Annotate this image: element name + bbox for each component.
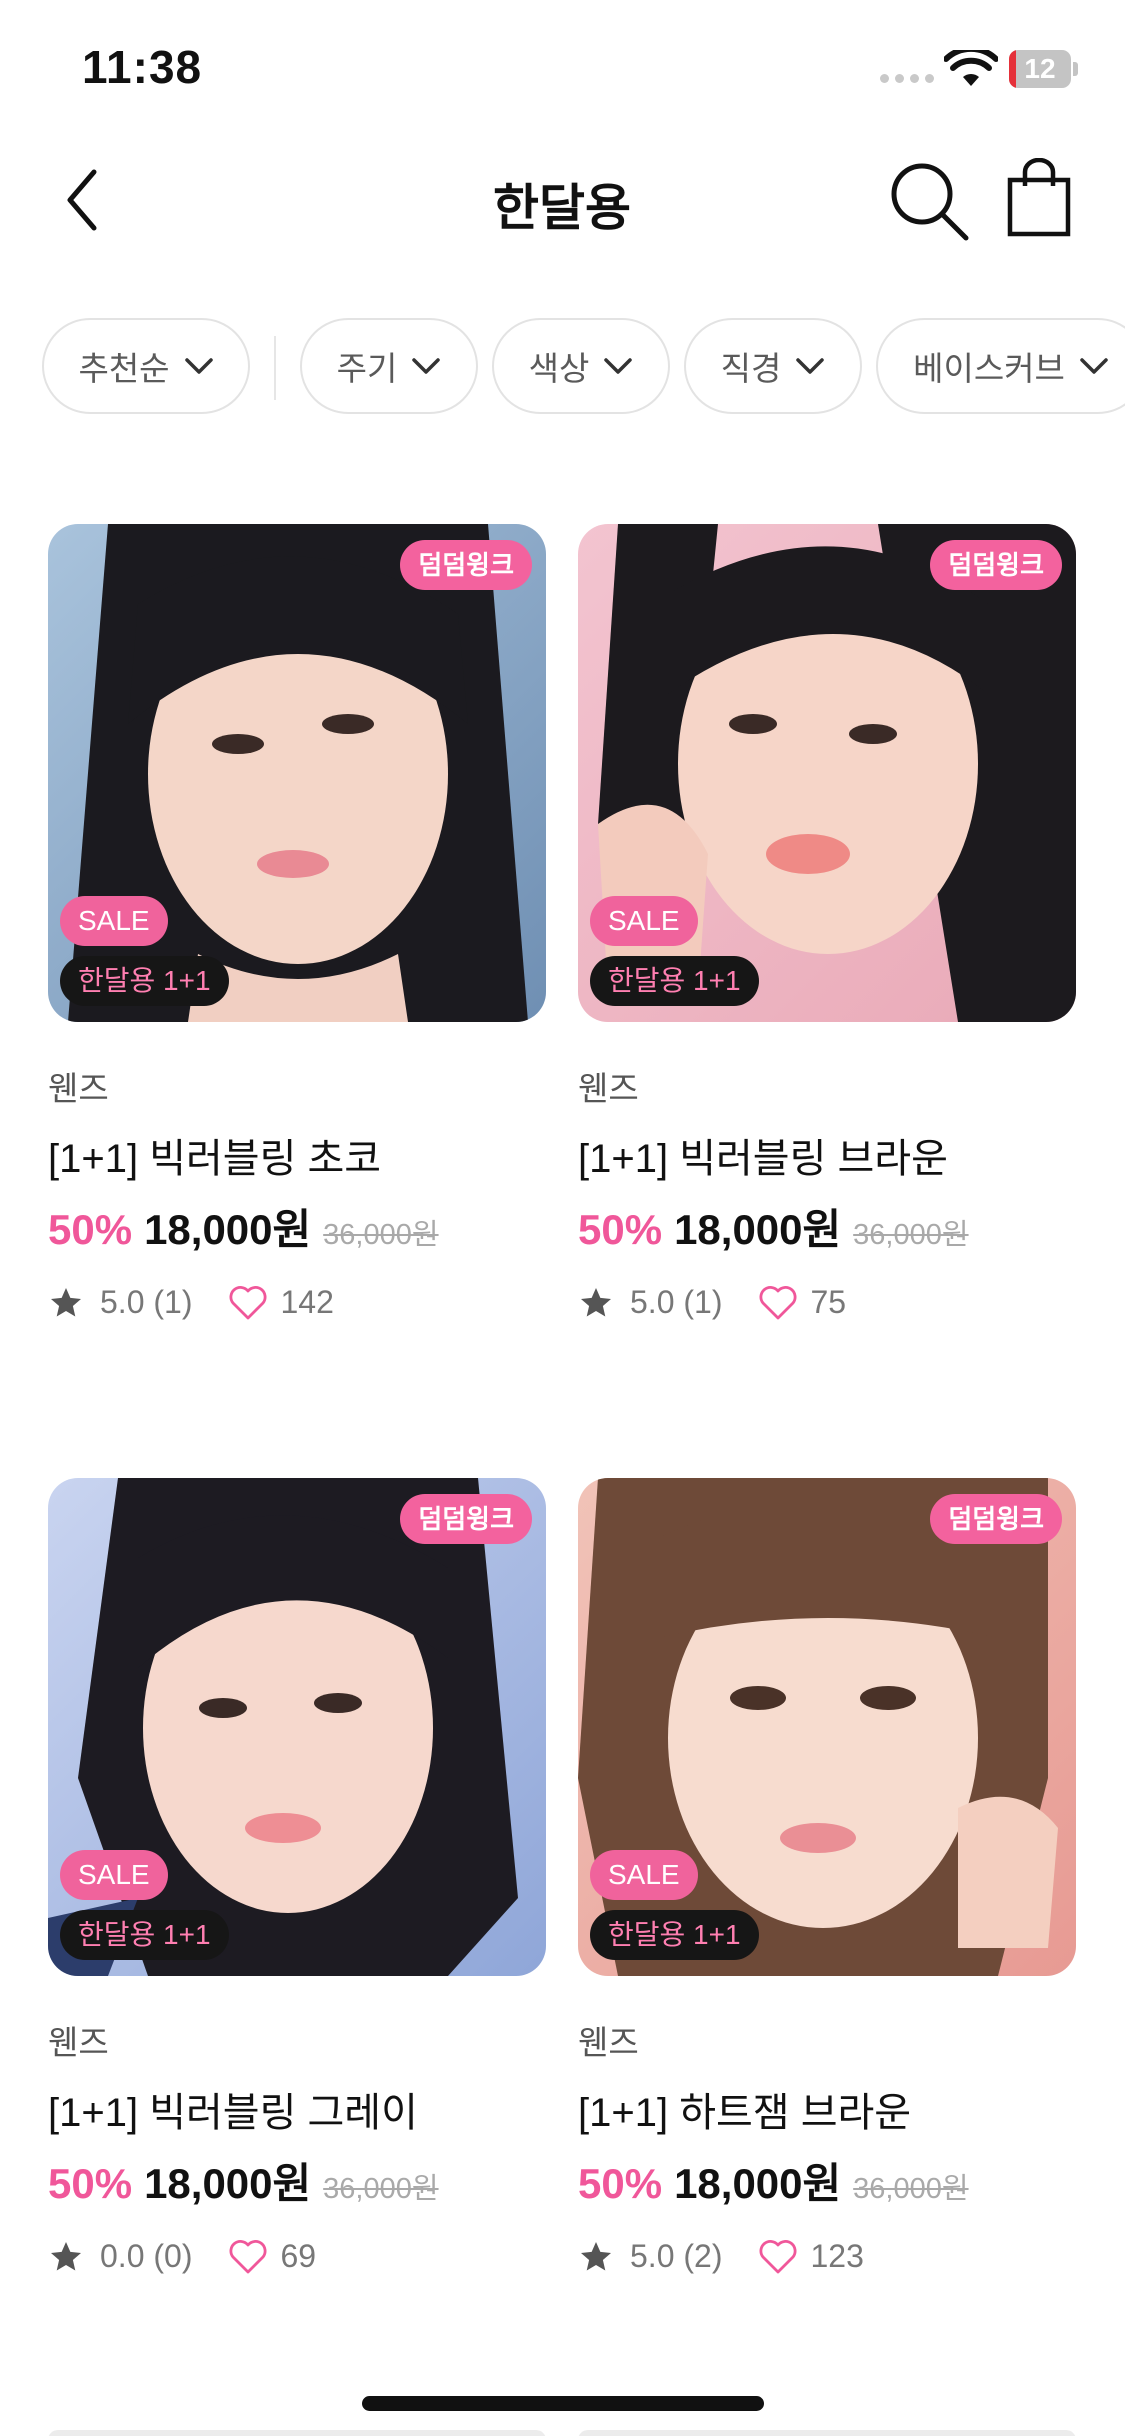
star-icon (581, 2241, 611, 2270)
heart-icon[interactable] (228, 1285, 268, 1321)
filter-bar: 추천순 주기 색상 직경 베이스커브 (0, 318, 1125, 414)
chevron-down-icon (1080, 358, 1108, 374)
heart-icon[interactable] (758, 1285, 798, 1321)
brand-badge: 덤덤윙크 (400, 1494, 532, 1544)
brand-badge: 덤덤윙크 (930, 1494, 1062, 1544)
status-time: 11:38 (82, 41, 203, 93)
price-row: 50% 18,000원 36,000원 (48, 1196, 439, 1257)
discount-rate: 50% (578, 2160, 663, 2207)
chevron-down-icon (412, 358, 441, 374)
wifi-icon (944, 50, 998, 86)
sale-badge: SALE (60, 1850, 168, 1900)
price-row: 50% 18,000원 36,000원 (48, 2150, 439, 2211)
rating-text: 5.0 (1) (630, 1284, 723, 1320)
sale-price: 18,000원 (674, 2160, 842, 2207)
sale-badge: SALE (60, 896, 168, 946)
original-price: 36,000원 (853, 1219, 969, 1251)
rating-text: 0.0 (0) (100, 2238, 193, 2274)
product-image[interactable]: 덤덤윙크 SALE 한달용 1+1 (48, 524, 546, 1022)
sale-badge: SALE (590, 896, 698, 946)
battery-indicator: 12 (1009, 50, 1078, 88)
product-image[interactable]: 덤덤윙크 SALE 한달용 1+1 (48, 1478, 546, 1976)
original-price: 36,000원 (323, 1219, 439, 1251)
discount-rate: 50% (578, 1206, 663, 1253)
product-card-peek (48, 2430, 546, 2436)
filter-chip-label: 직경 (720, 350, 782, 387)
product-card-peek (578, 2430, 1076, 2436)
product-brand: 웬즈 (578, 2024, 639, 2061)
product-image[interactable]: 덤덤윙크 SALE 한달용 1+1 (578, 1478, 1076, 1976)
product-brand: 웬즈 (48, 1070, 109, 1107)
promo-badge: 한달용 1+1 (590, 956, 759, 1006)
cellular-signal-icon (880, 74, 934, 86)
filter-chip-base-curve[interactable]: 베이스커브 (876, 318, 1125, 414)
product-brand: 웬즈 (578, 1070, 639, 1107)
filter-chip-diameter[interactable]: 직경 (684, 318, 862, 414)
discount-rate: 50% (48, 1206, 133, 1253)
filter-chip-label: 색상 (528, 350, 590, 387)
filter-chip-label: 추천순 (78, 350, 170, 387)
star-icon (51, 2241, 81, 2270)
back-button[interactable] (54, 162, 114, 238)
rating-text: 5.0 (2) (630, 2238, 723, 2274)
filter-chip-sort[interactable]: 추천순 (42, 318, 250, 414)
filter-chip-label: 베이스커브 (913, 350, 1065, 387)
star-icon (51, 1287, 81, 1316)
home-indicator[interactable] (362, 2396, 764, 2411)
like-count: 123 (810, 2238, 864, 2274)
chevron-down-icon (604, 358, 633, 374)
sale-price: 18,000원 (674, 1206, 842, 1253)
rating-row: 5.0 (2) 123 (578, 2238, 864, 2275)
rating-text: 5.0 (1) (100, 1284, 193, 1320)
product-brand: 웬즈 (48, 2024, 109, 2061)
brand-badge: 덤덤윙크 (400, 540, 532, 590)
rating-row: 5.0 (1) 75 (578, 1284, 846, 1321)
like-count: 142 (280, 1284, 334, 1320)
heart-icon[interactable] (758, 2239, 798, 2275)
like-count: 69 (280, 2238, 317, 2274)
like-count: 75 (810, 1284, 847, 1320)
product-name[interactable]: [1+1] 빅러블링 그레이 (48, 2080, 418, 2138)
product-name[interactable]: [1+1] 빅러블링 초코 (48, 1126, 381, 1184)
rating-row: 0.0 (0) 69 (48, 2238, 316, 2275)
sale-price: 18,000원 (144, 1206, 312, 1253)
rating-row: 5.0 (1) 142 (48, 1284, 334, 1321)
price-row: 50% 18,000원 36,000원 (578, 2150, 969, 2211)
star-icon (581, 1287, 611, 1316)
filter-chip-cycle[interactable]: 주기 (300, 318, 478, 414)
product-name[interactable]: [1+1] 하트잼 브라운 (578, 2080, 911, 2138)
search-icon[interactable] (888, 160, 970, 242)
brand-badge: 덤덤윙크 (930, 540, 1062, 590)
product-name[interactable]: [1+1] 빅러블링 브라운 (578, 1126, 948, 1184)
promo-badge: 한달용 1+1 (60, 1910, 229, 1960)
filter-divider (274, 336, 276, 400)
product-image[interactable]: 덤덤윙크 SALE 한달용 1+1 (578, 524, 1076, 1022)
original-price: 36,000원 (853, 2173, 969, 2205)
filter-chip-label: 주기 (336, 350, 398, 387)
promo-badge: 한달용 1+1 (60, 956, 229, 1006)
chevron-down-icon (796, 358, 825, 374)
sale-price: 18,000원 (144, 2160, 312, 2207)
original-price: 36,000원 (323, 2173, 439, 2205)
promo-badge: 한달용 1+1 (590, 1910, 759, 1960)
page-title: 한달용 (493, 180, 631, 236)
price-row: 50% 18,000원 36,000원 (578, 1196, 969, 1257)
shopping-bag-icon[interactable] (1006, 158, 1072, 238)
filter-chip-color[interactable]: 색상 (492, 318, 670, 414)
chevron-down-icon (184, 358, 213, 374)
heart-icon[interactable] (228, 2239, 268, 2275)
battery-percent: 12 (1024, 53, 1056, 84)
sale-badge: SALE (590, 1850, 698, 1900)
discount-rate: 50% (48, 2160, 133, 2207)
